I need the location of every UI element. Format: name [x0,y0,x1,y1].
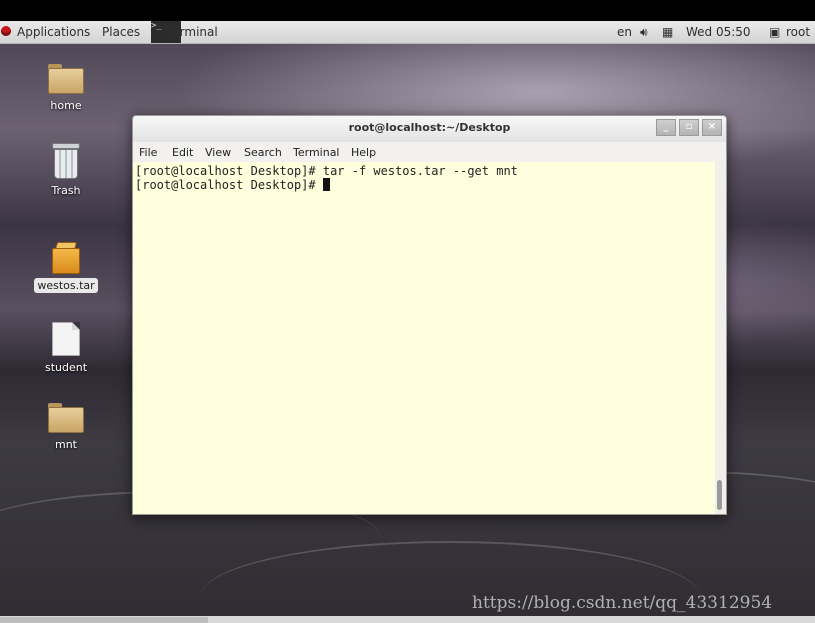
archive-icon [52,242,80,274]
desktop-icon-home[interactable]: home [26,64,106,113]
places-menu[interactable]: Places [102,25,140,39]
maximize-button[interactable]: ▫ [679,119,699,136]
desktop-icon-student[interactable]: student [26,322,106,375]
desktop-icon-label: Trash [51,184,81,197]
terminal-prompt-line: [root@localhost Desktop]# [135,178,330,192]
terminal-scrollbar[interactable] [715,162,725,514]
applications-menu[interactable]: Applications [17,25,90,39]
speaker-icon[interactable]: 🔊︎ [640,25,648,40]
menu-help[interactable]: Help [351,146,376,159]
redhat-logo-icon [1,26,11,36]
desktop-icon-label: mnt [55,438,77,451]
terminal-window[interactable]: root@localhost:~/Desktop _ ▫ × File Edit… [132,115,727,515]
user-menu[interactable]: root [786,25,810,39]
menu-view[interactable]: View [205,146,231,159]
top-panel: Applications Places >_ Terminal en 🔊︎ ▦ … [0,21,815,44]
menu-search[interactable]: Search [244,146,282,159]
minimize-button[interactable]: _ [656,119,676,136]
desktop-icon-trash[interactable]: Trash [26,143,106,198]
network-icon[interactable]: ▦ [662,25,673,39]
window-title: root@localhost:~/Desktop [348,121,511,134]
folder-icon [48,403,84,433]
desktop-icon-label: student [44,361,88,374]
home-folder-icon [48,64,84,94]
window-titlebar[interactable]: root@localhost:~/Desktop _ ▫ × [133,116,726,142]
user-icon[interactable]: ▣ [769,25,780,39]
desktop-icon-label: home [50,99,82,112]
terminal-line: [root@localhost Desktop]# tar -f westos.… [135,164,518,178]
language-indicator[interactable]: en [617,25,632,39]
menu-terminal[interactable]: Terminal [293,146,340,159]
trash-icon [52,143,80,179]
desktop-icon-mnt[interactable]: mnt [26,403,106,452]
terminal-prompt: [root@localhost Desktop]# [135,178,323,192]
terminal-output[interactable]: [root@localhost Desktop]# tar -f westos.… [133,162,717,514]
desktop-icon-westos-tar[interactable]: westos.tar [26,242,106,293]
close-button[interactable]: × [702,119,722,136]
terminal-task-label[interactable]: Terminal [167,25,218,39]
clock[interactable]: Wed 05:50 [686,25,751,39]
taskbar-item[interactable] [0,617,208,623]
scrollbar-thumb[interactable] [717,480,722,510]
text-cursor [322,178,330,191]
file-icon [52,322,80,356]
menu-file[interactable]: File [139,146,157,159]
menu-edit[interactable]: Edit [172,146,193,159]
bottom-panel [0,616,815,623]
watermark: https://blog.csdn.net/qq_43312954 [472,593,773,613]
terminal-menubar: File Edit View Search Terminal Help [133,142,726,162]
desktop-icon-label: westos.tar [34,278,98,293]
